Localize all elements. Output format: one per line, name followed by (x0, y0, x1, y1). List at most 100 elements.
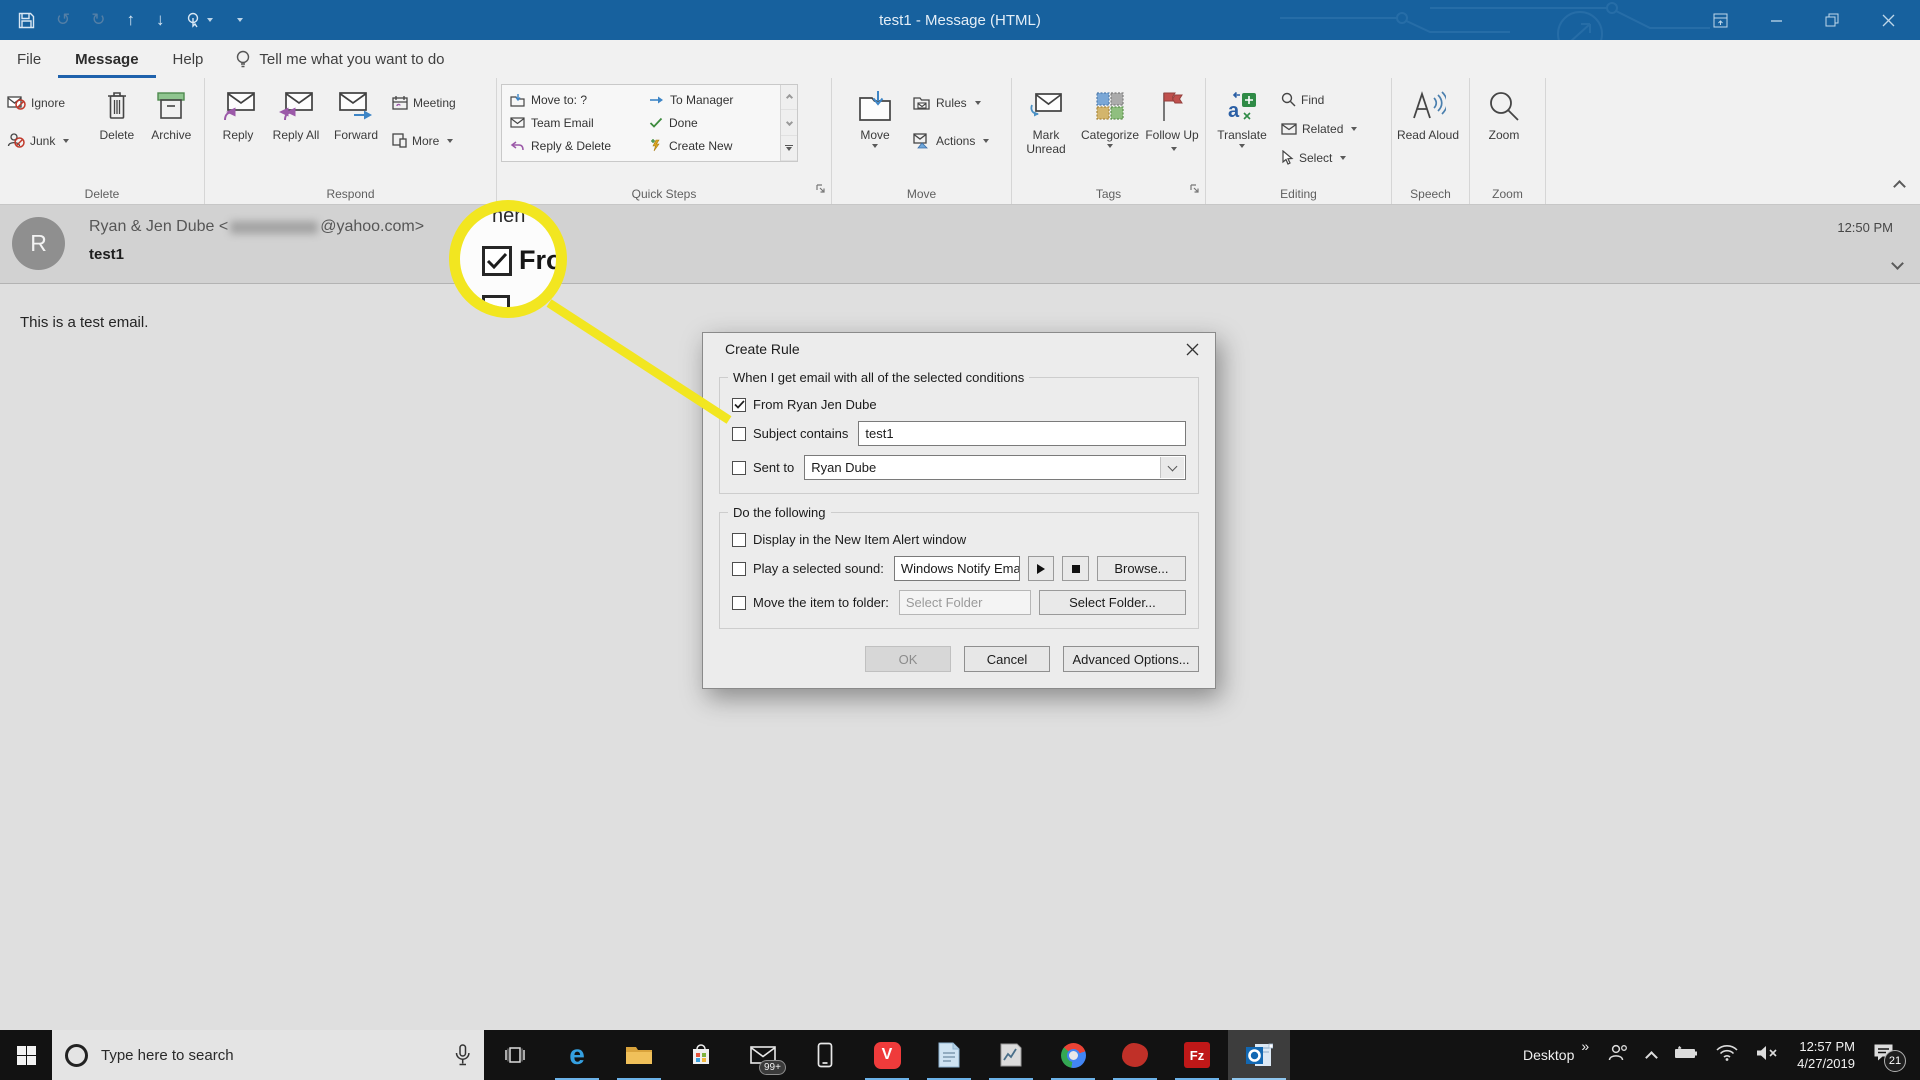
subject-contains-input[interactable]: test1 (858, 421, 1186, 446)
hidden-icons-chevron[interactable] (1645, 1051, 1659, 1064)
browse-button[interactable]: Browse... (1096, 556, 1186, 581)
move-up-icon[interactable]: ↑ (127, 10, 136, 30)
zoom-button[interactable]: Zoom (1474, 83, 1534, 142)
move-folder-checkbox[interactable] (732, 595, 746, 610)
sent-to-checkbox[interactable] (732, 460, 746, 475)
taskbar-notepad-button[interactable] (918, 1030, 980, 1080)
taskbar-mail-button[interactable]: 99+ (732, 1030, 794, 1080)
translate-button[interactable]: a Translate (1210, 83, 1274, 148)
quick-steps-scroll-down[interactable] (781, 110, 797, 136)
taskbar-phone-button[interactable] (794, 1030, 856, 1080)
dialog-close-button[interactable] (1169, 333, 1215, 365)
display-alert-row: Display in the New Item Alert window (732, 532, 1186, 547)
meeting-button[interactable]: Meeting (389, 91, 459, 114)
quick-step-team-email[interactable]: Team Email (510, 116, 641, 130)
quick-steps-scroll-up[interactable] (781, 85, 797, 111)
taskbar-log-viewer-button[interactable] (980, 1030, 1042, 1080)
select-folder-button[interactable]: Select Folder... (1038, 590, 1186, 615)
quick-steps-more-button[interactable] (781, 135, 797, 161)
delete-button[interactable]: Delete (91, 83, 142, 142)
wifi-icon[interactable] (1716, 1044, 1738, 1066)
reply-all-button[interactable]: Reply All (267, 83, 325, 142)
windows-logo-icon (16, 1045, 36, 1065)
tell-me-box[interactable]: Tell me what you want to do (236, 40, 445, 78)
mark-unread-button[interactable]: Mark Unread (1016, 83, 1076, 156)
play-sound-button[interactable] (1027, 556, 1055, 581)
expand-header-icon[interactable] (1891, 255, 1904, 273)
task-view-button[interactable] (490, 1030, 540, 1080)
quick-step-create-new[interactable]: Create New (649, 139, 780, 153)
taskbar-store-button[interactable] (670, 1030, 732, 1080)
sender-avatar[interactable]: R (12, 217, 65, 270)
taskbar-edge-button[interactable]: e (546, 1030, 608, 1080)
redo-icon[interactable]: ↻ (91, 10, 105, 30)
start-button[interactable] (0, 1030, 52, 1080)
select-button[interactable]: Select (1278, 146, 1360, 169)
zoom-magnifier-icon (1488, 86, 1520, 126)
taskbar-filezilla-button[interactable]: Fz (1166, 1030, 1228, 1080)
minimize-button[interactable] (1748, 0, 1804, 40)
subject-checkbox[interactable] (732, 426, 746, 441)
close-button[interactable] (1860, 0, 1916, 40)
taskbar-search-box[interactable]: Type here to search (52, 1030, 484, 1080)
desktop-toolbar[interactable]: Desktop » (1523, 1038, 1589, 1063)
related-button[interactable]: Related (1278, 117, 1360, 140)
taskbar-outlook-button[interactable] (1228, 1030, 1290, 1080)
categorize-button[interactable]: Categorize (1076, 83, 1144, 148)
sent-to-combobox[interactable]: Ryan Dube (804, 455, 1186, 480)
ribbon-display-options-button[interactable] (1692, 0, 1748, 40)
taskbar-vivaldi-button[interactable]: V (856, 1030, 918, 1080)
ignore-button[interactable]: Ignore (4, 91, 91, 114)
taskbar-chrome-button[interactable] (1042, 1030, 1104, 1080)
ribbon-group-respond: Reply Reply All Forward Meeting More Res… (205, 78, 497, 204)
stop-sound-button[interactable] (1062, 556, 1089, 581)
taskbar-file-explorer-button[interactable] (608, 1030, 670, 1080)
touch-mode-icon[interactable] (186, 12, 213, 28)
forward-button[interactable]: Forward (325, 83, 387, 142)
advanced-options-button[interactable]: Advanced Options... (1063, 646, 1199, 672)
quick-step-done[interactable]: Done (649, 116, 780, 130)
quick-step-reply-delete[interactable]: Reply & Delete (510, 139, 641, 153)
move-button[interactable]: Move (846, 83, 904, 148)
volume-muted-icon[interactable] (1756, 1045, 1779, 1066)
display-alert-checkbox[interactable] (732, 532, 746, 547)
save-icon[interactable] (18, 12, 35, 29)
toolbar-overflow-icon[interactable]: » (1581, 1038, 1589, 1054)
undo-icon[interactable]: ↺ (56, 10, 70, 30)
find-button[interactable]: Find (1278, 88, 1360, 111)
ok-button[interactable]: OK (865, 646, 951, 672)
actions-button[interactable]: Actions (910, 129, 992, 152)
play-sound-checkbox[interactable] (732, 561, 746, 576)
sound-file-input[interactable]: Windows Notify Ema (893, 556, 1020, 581)
quick-step-move-to[interactable]: Move to: ? (510, 93, 641, 107)
action-center-button[interactable]: 21 (1873, 1043, 1906, 1072)
microphone-icon[interactable] (454, 1044, 471, 1066)
archive-button[interactable]: Archive (143, 83, 200, 142)
taskbar-clock[interactable]: 12:57 PM 4/27/2019 (1797, 1038, 1855, 1072)
tab-help[interactable]: Help (156, 40, 221, 78)
restore-button[interactable] (1804, 0, 1860, 40)
rules-button[interactable]: Rules (910, 91, 992, 114)
from-checkbox[interactable] (732, 397, 746, 412)
clock-date: 4/27/2019 (1797, 1056, 1855, 1071)
quick-step-to-manager[interactable]: To Manager (649, 93, 780, 107)
junk-button[interactable]: Junk (4, 129, 91, 152)
customize-qat-icon[interactable] (236, 18, 243, 22)
battery-icon[interactable] (1674, 1045, 1698, 1065)
folder-input[interactable]: Select Folder (898, 590, 1031, 615)
combo-dropdown-button[interactable] (1160, 457, 1184, 478)
taskbar-red-app-button[interactable] (1104, 1030, 1166, 1080)
tab-file[interactable]: File (0, 40, 58, 78)
people-icon[interactable] (1607, 1044, 1629, 1067)
tags-dialog-launcher-icon[interactable] (1190, 181, 1200, 199)
follow-up-button[interactable]: Follow Up (1144, 83, 1200, 156)
desktop-label: Desktop (1523, 1047, 1575, 1063)
reply-button[interactable]: Reply (209, 83, 267, 142)
tab-message[interactable]: Message (58, 40, 155, 78)
more-respond-button[interactable]: More (389, 129, 459, 152)
move-down-icon[interactable]: ↓ (156, 10, 165, 30)
collapse-ribbon-icon[interactable] (1893, 178, 1906, 196)
read-aloud-button[interactable]: Read Aloud (1396, 83, 1460, 142)
quick-steps-dialog-launcher-icon[interactable] (816, 181, 826, 199)
cancel-button[interactable]: Cancel (964, 646, 1050, 672)
